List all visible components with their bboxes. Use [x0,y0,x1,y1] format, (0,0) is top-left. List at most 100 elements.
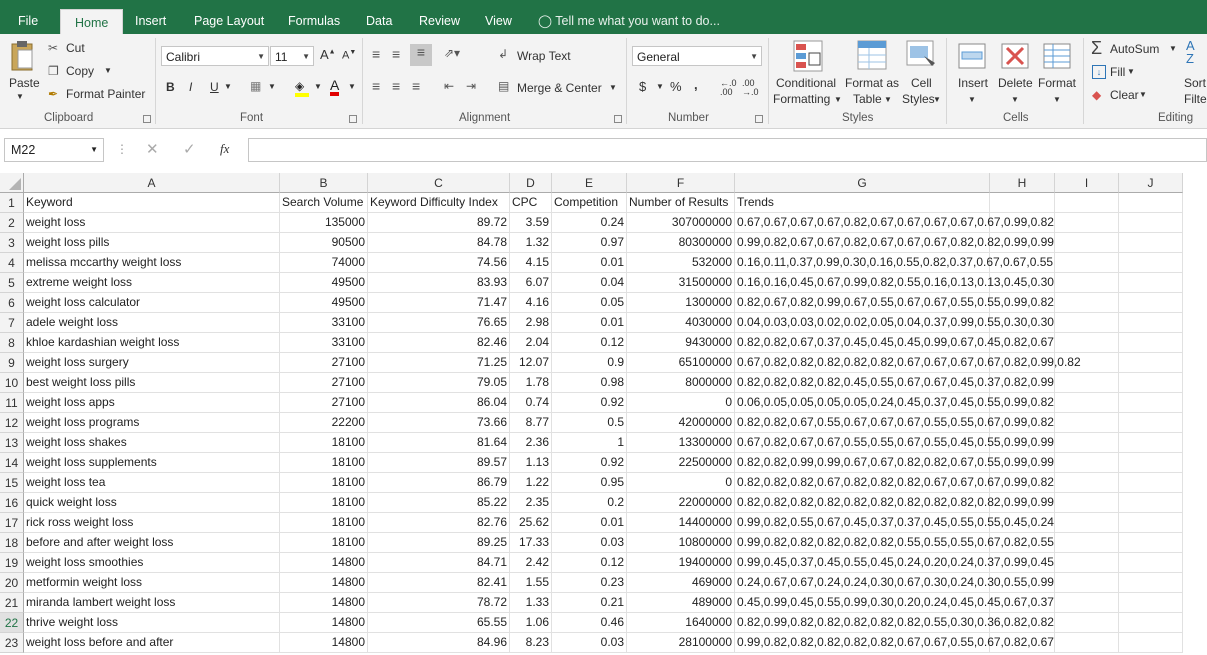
table-cell[interactable]: before and after weight loss [24,533,280,553]
table-cell[interactable] [1055,413,1119,433]
table-cell[interactable]: 0.45,0.99,0.45,0.55,0.99,0.30,0.20,0.24,… [735,593,1054,613]
bold-button[interactable]: B [166,80,175,94]
table-cell[interactable]: 18100 [280,433,368,453]
orientation-icon[interactable]: ⇗▾ [444,46,460,60]
row-header[interactable]: 21 [0,593,24,613]
table-cell[interactable]: 0.12 [552,553,627,573]
table-cell[interactable]: 82.46 [368,333,510,353]
row-header[interactable]: 23 [0,633,24,653]
decrease-decimal-icon[interactable]: .00 →.0 [742,79,759,97]
clipboard-launcher-icon[interactable] [143,115,151,123]
table-cell[interactable] [1055,573,1119,593]
table-cell[interactable]: 78.72 [368,593,510,613]
column-header-f[interactable]: F [627,173,735,193]
table-cell[interactable]: metformin weight loss [24,573,280,593]
column-header-g[interactable]: G [735,173,990,193]
table-cell[interactable]: rick ross weight loss [24,513,280,533]
table-cell[interactable]: 8.23 [510,633,552,653]
table-cell[interactable]: 89.72 [368,213,510,233]
table-cell[interactable]: 18100 [280,493,368,513]
row-header[interactable]: 12 [0,413,24,433]
table-cell[interactable]: 42000000 [627,413,735,433]
table-cell[interactable]: 84.71 [368,553,510,573]
header-cell[interactable]: Competition [552,193,627,213]
font-color-dropdown-icon[interactable]: ▼ [348,82,356,91]
table-cell[interactable]: 18100 [280,533,368,553]
alignment-launcher-icon[interactable] [614,115,622,123]
table-cell[interactable]: weight loss tea [24,473,280,493]
increase-decimal-icon[interactable]: ←.0.00 [720,79,737,97]
table-cell[interactable]: 0.99,0.45,0.37,0.45,0.55,0.45,0.24,0.20,… [735,553,1054,573]
table-cell[interactable]: 81.64 [368,433,510,453]
table-cell[interactable]: 1640000 [627,613,735,633]
row-header[interactable]: 11 [0,393,24,413]
table-cell[interactable]: weight loss before and after [24,633,280,653]
table-cell[interactable]: 14800 [280,613,368,633]
table-cell[interactable]: weight loss smoothies [24,553,280,573]
table-cell[interactable] [1055,533,1119,553]
table-cell[interactable]: 1.32 [510,233,552,253]
table-cell[interactable]: 0.03 [552,533,627,553]
number-launcher-icon[interactable] [755,115,763,123]
table-cell[interactable]: 0.82,0.82,0.82,0.82,0.82,0.82,0.82,0.82,… [735,493,1054,513]
table-cell[interactable]: weight loss shakes [24,433,280,453]
table-cell[interactable] [1055,553,1119,573]
tab-insert[interactable]: Insert [135,8,166,34]
table-cell[interactable]: 1.13 [510,453,552,473]
table-cell[interactable] [1119,533,1183,553]
table-cell[interactable]: 14400000 [627,513,735,533]
cancel-icon[interactable]: ✕ [146,140,159,158]
row-header[interactable]: 7 [0,313,24,333]
merge-dropdown-icon[interactable]: ▼ [609,83,617,92]
table-cell[interactable]: 6.07 [510,273,552,293]
row-header[interactable]: 19 [0,553,24,573]
table-cell[interactable] [1119,473,1183,493]
table-cell[interactable]: 0.24 [552,213,627,233]
table-cell[interactable]: 0.9 [552,353,627,373]
table-cell[interactable]: 83.93 [368,273,510,293]
table-cell[interactable] [1119,293,1183,313]
table-cell[interactable]: 86.04 [368,393,510,413]
table-cell[interactable] [1119,573,1183,593]
align-bottom-icon[interactable]: ≡ [410,44,432,66]
column-header-h[interactable]: H [990,173,1055,193]
column-header-b[interactable]: B [280,173,368,193]
table-cell[interactable]: weight loss calculator [24,293,280,313]
table-cell[interactable]: 10800000 [627,533,735,553]
table-cell[interactable]: 27100 [280,393,368,413]
currency-button[interactable]: $ [639,79,646,94]
fill-color-dropdown-icon[interactable]: ▼ [314,82,322,91]
table-cell[interactable] [1055,273,1119,293]
table-cell[interactable]: 18100 [280,453,368,473]
table-cell[interactable] [1055,513,1119,533]
table-cell[interactable]: 65100000 [627,353,735,373]
fill-color-icon[interactable]: ◈ [295,79,309,97]
table-cell[interactable]: 18100 [280,473,368,493]
table-cell[interactable]: 0.67,0.67,0.67,0.67,0.82,0.67,0.67,0.67,… [735,213,1054,233]
table-cell[interactable]: extreme weight loss [24,273,280,293]
align-top-icon[interactable]: ≡ [372,46,380,62]
table-cell[interactable]: 0.21 [552,593,627,613]
italic-button[interactable]: I [189,80,192,94]
table-cell[interactable]: 489000 [627,593,735,613]
table-cell[interactable]: 0.16,0.16,0.45,0.67,0.99,0.82,0.55,0.16,… [735,273,1054,293]
table-cell[interactable] [1055,213,1119,233]
table-cell[interactable]: 0.98 [552,373,627,393]
table-cell[interactable] [1119,633,1183,653]
number-format-select[interactable]: General ▼ [632,46,762,66]
tab-formulas[interactable]: Formulas [288,8,340,34]
table-cell[interactable]: 0.95 [552,473,627,493]
table-cell[interactable]: 90500 [280,233,368,253]
increase-indent-icon[interactable]: ⇥ [466,79,476,93]
table-cell[interactable] [1055,593,1119,613]
table-cell[interactable]: 469000 [627,573,735,593]
table-cell[interactable] [1055,633,1119,653]
table-cell[interactable] [1119,593,1183,613]
align-left-icon[interactable]: ≡ [372,78,380,94]
worksheet-grid[interactable]: A B C D E F G H I J 1 Keyword Search Volume Keyword D… [0,173,1207,655]
table-cell[interactable]: 19400000 [627,553,735,573]
table-cell[interactable]: 0.74 [510,393,552,413]
header-cell[interactable]: Number of Results [627,193,735,213]
header-cell[interactable] [1055,193,1119,213]
table-cell[interactable]: 0.82,0.82,0.67,0.37,0.45,0.45,0.45,0.99,… [735,333,1054,353]
